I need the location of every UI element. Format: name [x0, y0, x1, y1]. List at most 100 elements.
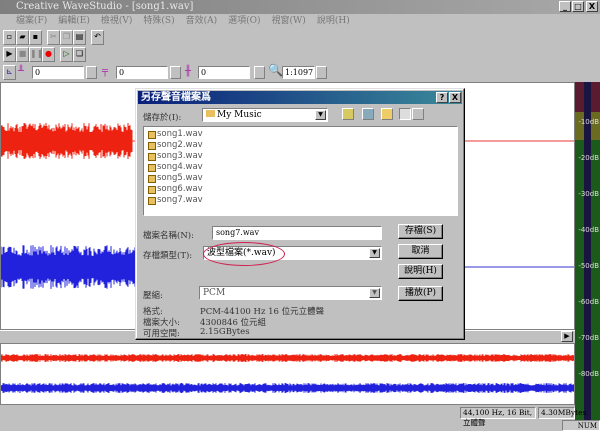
paste-icon[interactable]: ▤: [73, 30, 86, 45]
cancel-button[interactable]: 取消: [398, 244, 443, 259]
play-selection-icon[interactable]: ▷: [60, 47, 73, 62]
wave-file-icon: [148, 197, 156, 205]
help-button[interactable]: ?: [436, 92, 448, 103]
file-item[interactable]: song7.wav: [148, 195, 453, 206]
save-as-dialog: 另存聲音檔案爲 ? X 儲存於(I): My Music ▼ song1.wav …: [135, 88, 465, 340]
details-view-icon[interactable]: [412, 108, 424, 120]
space-value: 2.15GBytes: [200, 327, 250, 337]
db-label: -50dB: [578, 262, 599, 270]
wave-file-icon: [148, 175, 156, 183]
save-in-label: 儲存於(I):: [143, 111, 181, 123]
menu-view[interactable]: 檢視(V): [101, 16, 133, 26]
waveform-path: [1, 123, 132, 159]
select-icon[interactable]: ⊾: [3, 65, 16, 80]
loop-icon[interactable]: ❏: [73, 47, 86, 62]
menu-help[interactable]: 說明(H): [317, 16, 350, 26]
start-spinner[interactable]: [86, 66, 97, 79]
cut-icon[interactable]: ✂: [47, 30, 60, 45]
menu-options[interactable]: 選項(O): [228, 16, 260, 26]
save-in-value: My Music: [217, 110, 262, 120]
compression-label: 壓縮:: [143, 289, 163, 301]
dialog-close-button[interactable]: X: [449, 92, 461, 103]
waveform-path: [1, 245, 135, 289]
copy-icon[interactable]: ❐: [60, 30, 73, 45]
compression-value: PCM: [203, 288, 225, 298]
file-item[interactable]: song6.wav: [148, 184, 453, 195]
file-item[interactable]: song4.wav: [148, 162, 453, 173]
play-button[interactable]: 播放(P): [398, 286, 443, 301]
end-spinner[interactable]: [170, 66, 181, 79]
file-list[interactable]: song1.wav song2.wav song3.wav song4.wav …: [143, 126, 458, 216]
scroll-right-button[interactable]: ▶: [561, 331, 573, 342]
open-icon[interactable]: ▰: [16, 30, 29, 45]
wave-file-icon: [148, 186, 156, 194]
level-meter: -10dB -20dB -30dB -40dB -50dB -60dB -70d…: [575, 82, 600, 420]
db-label: -80dB: [578, 370, 599, 378]
zoom-icon: 🔍: [268, 63, 283, 77]
file-item[interactable]: song1.wav: [148, 129, 453, 140]
menu-special[interactable]: 特殊(S): [143, 16, 174, 26]
db-label: -60dB: [578, 298, 599, 306]
menu-effects[interactable]: 音效(A): [186, 16, 218, 26]
save-button[interactable]: 存檔(S): [398, 224, 443, 239]
db-label: -30dB: [578, 190, 599, 198]
list-view-icon[interactable]: [399, 108, 411, 120]
wave-file-icon: [148, 164, 156, 172]
db-label: -40dB: [578, 226, 599, 234]
overview-svg: [1, 344, 574, 404]
status-num: NUM: [562, 420, 600, 431]
length-field[interactable]: 0: [198, 66, 250, 79]
overview-marks: [1, 354, 574, 393]
maximize-button[interactable]: □: [572, 1, 584, 12]
menu-edit[interactable]: 編輯(E): [58, 16, 90, 26]
save-icon[interactable]: ▪: [29, 30, 42, 45]
end-position-icon: ╤: [102, 66, 116, 77]
wave-file-icon: [148, 153, 156, 161]
chevron-down-icon[interactable]: ▼: [369, 288, 380, 298]
minimize-button[interactable]: _: [559, 1, 571, 12]
db-label: -10dB: [578, 118, 599, 126]
start-position-icon: ╨: [18, 66, 32, 77]
start-field[interactable]: 0: [32, 66, 84, 79]
db-label: -70dB: [578, 334, 599, 342]
highlight-ellipse: [203, 242, 285, 266]
wave-file-icon: [148, 131, 156, 139]
status-format: 44,100 Hz, 16 Bit, 立體聲: [460, 407, 536, 419]
waveform-marks: [1, 123, 135, 289]
stop-icon[interactable]: ■: [16, 47, 29, 62]
new-icon[interactable]: ▫: [3, 30, 16, 45]
undo-icon[interactable]: ↶: [91, 30, 104, 45]
close-button[interactable]: X: [586, 1, 598, 12]
overview-waveform[interactable]: [0, 343, 575, 405]
length-icon: ╫: [185, 66, 199, 77]
record-icon[interactable]: ●: [42, 47, 55, 62]
chevron-down-icon[interactable]: ▼: [369, 248, 380, 258]
length-spinner[interactable]: [254, 66, 265, 79]
chevron-down-icon[interactable]: ▼: [315, 110, 326, 120]
file-item[interactable]: song2.wav: [148, 140, 453, 151]
db-label: -20dB: [578, 154, 599, 162]
waveform-path: [1, 354, 574, 362]
save-in-combo[interactable]: My Music ▼: [202, 108, 328, 122]
up-folder-icon[interactable]: [342, 108, 354, 120]
waveform-path: [1, 383, 574, 393]
filetype-label: 存檔類型(T):: [143, 249, 192, 261]
help-dialog-button[interactable]: 說明(H): [398, 264, 443, 279]
new-folder-icon[interactable]: [381, 108, 393, 120]
filename-input[interactable]: song7.wav: [212, 226, 382, 240]
title-bar: Creative WaveStudio - [song1.wav]: [0, 0, 600, 14]
file-item[interactable]: song3.wav: [148, 151, 453, 162]
desktop-icon[interactable]: [362, 108, 374, 120]
end-field[interactable]: 0: [116, 66, 168, 79]
zoom-field[interactable]: 1:1097: [282, 66, 315, 79]
menu-window[interactable]: 視窗(W): [272, 16, 306, 26]
dialog-title: 另存聲音檔案爲: [138, 91, 462, 104]
compression-combo[interactable]: PCM ▼: [199, 286, 382, 300]
window-title: Creative WaveStudio - [song1.wav]: [16, 1, 193, 12]
pause-icon[interactable]: ❚❚: [29, 47, 42, 62]
play-icon[interactable]: ▶: [3, 47, 16, 62]
file-item[interactable]: song5.wav: [148, 173, 453, 184]
wave-file-icon: [148, 142, 156, 150]
menu-file[interactable]: 檔案(F): [16, 16, 47, 26]
zoom-spinner[interactable]: [316, 66, 327, 79]
